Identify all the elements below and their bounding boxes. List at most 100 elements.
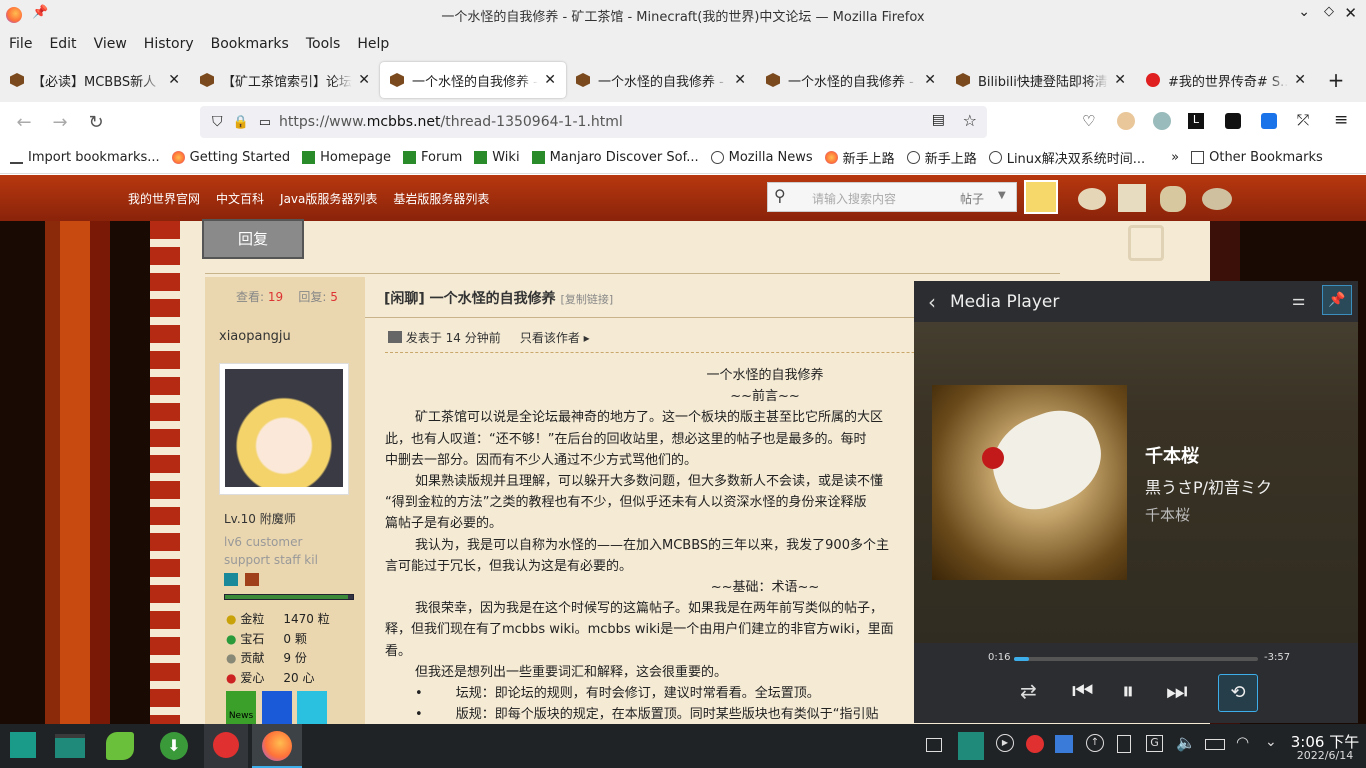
bookmark-homepage[interactable]: Homepage xyxy=(302,150,391,165)
pocket-icon[interactable]: ♡ xyxy=(1082,112,1095,130)
back-button[interactable]: ← xyxy=(6,112,42,133)
reply-button[interactable]: 回复 xyxy=(202,219,304,259)
file-manager-icon[interactable] xyxy=(55,734,85,758)
medal-icon[interactable] xyxy=(297,691,327,724)
app-menu-icon[interactable]: ≡ xyxy=(1334,110,1348,130)
tab-2-active[interactable]: 一个水怪的自我修养 - ✕ xyxy=(380,62,566,98)
wifi-icon[interactable]: ◠ xyxy=(1236,733,1249,751)
bookmark-star-icon[interactable]: ☆ xyxy=(963,111,977,130)
notification-icon[interactable] xyxy=(1078,188,1106,210)
new-tab-button[interactable]: + xyxy=(1316,68,1356,92)
tab-close-icon[interactable]: ✕ xyxy=(924,72,936,88)
app-launcher-icon[interactable] xyxy=(10,732,36,758)
back-chevron-icon[interactable]: ‹ xyxy=(928,290,936,314)
extensions-icon[interactable]: ⤱ xyxy=(1297,111,1309,129)
bookmark-wiki[interactable]: Wiki xyxy=(474,150,520,165)
menu-help[interactable]: Help xyxy=(357,36,389,52)
palette-icon[interactable] xyxy=(1202,188,1232,210)
menu-bookmarks[interactable]: Bookmarks xyxy=(211,36,289,52)
tab-close-icon[interactable]: ✕ xyxy=(1114,72,1126,88)
tab-close-icon[interactable]: ✕ xyxy=(734,72,746,88)
tray-expand-icon[interactable]: ⌄ xyxy=(1265,734,1277,750)
menu-history[interactable]: History xyxy=(144,36,194,52)
media-tray-icon[interactable]: ▶ xyxy=(996,734,1014,752)
crafting-table-icon[interactable] xyxy=(1118,184,1146,212)
extension-face-icon[interactable] xyxy=(1153,112,1171,130)
nav-bedrock-servers[interactable]: 基岩版服务器列表 xyxy=(393,190,489,207)
bookmark-import[interactable]: Import bookmarks... xyxy=(10,150,160,165)
menu-tools[interactable]: Tools xyxy=(306,36,341,52)
next-track-icon[interactable]: ⏭ xyxy=(1166,677,1188,705)
tab-close-icon[interactable]: ✕ xyxy=(358,72,370,88)
nav-java-servers[interactable]: Java版服务器列表 xyxy=(280,190,377,207)
input-method-icon[interactable] xyxy=(1055,735,1073,753)
medal-news[interactable]: News xyxy=(226,691,256,724)
bookmark-other[interactable]: Other Bookmarks xyxy=(1191,150,1323,165)
pin-icon[interactable]: 📌 xyxy=(32,5,48,20)
reader-view-icon[interactable]: ▤ xyxy=(932,112,945,128)
tab-close-icon[interactable]: ✕ xyxy=(1294,72,1306,88)
bookmark-linux-time[interactable]: Linux解决双系统时间... xyxy=(988,148,1145,167)
messages-icon[interactable] xyxy=(1160,186,1186,212)
kdeconnect-icon[interactable]: G xyxy=(1146,735,1163,752)
previous-track-icon[interactable]: ⏮ xyxy=(1072,677,1094,705)
medal-icon[interactable] xyxy=(262,691,292,724)
bookmark-newbie-1[interactable]: 新手上路 xyxy=(824,148,895,167)
tab-0[interactable]: 【必读】MCBBS新人 ✕ xyxy=(0,62,190,98)
taskbar-netease-music[interactable] xyxy=(204,724,248,768)
bookmark-getting-started[interactable]: Getting Started xyxy=(171,150,290,165)
seek-slider[interactable] xyxy=(1014,657,1258,661)
netease-tray-icon[interactable] xyxy=(1026,735,1044,753)
app-icon[interactable] xyxy=(106,732,134,760)
author-name[interactable]: xiaopangju xyxy=(219,329,291,344)
battery-icon[interactable] xyxy=(1205,739,1225,750)
tab-1[interactable]: 【矿工茶馆索引】论坛 ✕ xyxy=(190,62,380,98)
nav-wiki[interactable]: 中文百科 xyxy=(216,190,264,207)
search-icon[interactable]: ⚲ xyxy=(774,186,786,205)
shield-icon[interactable]: ⛉ xyxy=(212,114,223,130)
forward-button[interactable]: → xyxy=(42,112,78,133)
menu-edit[interactable]: Edit xyxy=(49,36,76,52)
clock-date[interactable]: 2022/6/14 xyxy=(1290,749,1360,762)
author-avatar[interactable] xyxy=(219,363,349,495)
bookmark-mozilla-news[interactable]: Mozilla News xyxy=(710,150,813,165)
lock-icon[interactable]: 🔒 xyxy=(233,115,249,130)
menu-file[interactable]: File xyxy=(9,36,32,52)
url-text[interactable]: https://www.mcbbs.net/thread-1350964-1-1… xyxy=(279,114,623,130)
only-author-link[interactable]: 只看该作者 xyxy=(520,331,580,345)
show-desktop-icon[interactable] xyxy=(926,738,942,752)
reload-button[interactable]: ↻ xyxy=(78,112,114,133)
tab-close-icon[interactable]: ✕ xyxy=(544,72,556,88)
tab-close-icon[interactable]: ✕ xyxy=(168,72,180,88)
permissions-icon[interactable]: ▭ xyxy=(259,115,271,130)
user-avatar[interactable] xyxy=(1024,180,1058,214)
pause-icon[interactable]: ⏸ xyxy=(1122,677,1134,705)
url-bar[interactable]: ⛉ 🔒 ▭ https://www.mcbbs.net/thread-13509… xyxy=(200,106,987,138)
extension-l-icon[interactable]: L xyxy=(1188,113,1204,129)
bookmarks-overflow-icon[interactable]: » xyxy=(1171,150,1179,165)
bookmark-forum[interactable]: Forum xyxy=(403,150,462,165)
extension-avatar-icon[interactable] xyxy=(1117,112,1135,130)
bookmark-manjaro-discover[interactable]: Manjaro Discover Sof... xyxy=(531,150,699,165)
clipboard-icon[interactable] xyxy=(1117,735,1131,753)
minimize-icon[interactable]: ⌄ xyxy=(1298,4,1310,20)
menu-view[interactable]: View xyxy=(94,36,127,52)
extension-ghost-icon[interactable] xyxy=(1225,113,1241,129)
search-scope-select[interactable]: 帖子 xyxy=(960,190,984,207)
virtual-desktop-pager[interactable] xyxy=(958,732,984,760)
nav-official-site[interactable]: 我的世界官网 xyxy=(128,190,200,207)
pin-icon[interactable]: 📌 xyxy=(1322,285,1352,315)
repeat-icon[interactable]: ⟲ xyxy=(1218,674,1258,712)
shuffle-icon[interactable]: ⇄ xyxy=(1020,679,1037,703)
taskbar-firefox[interactable] xyxy=(252,724,302,768)
maximize-icon[interactable]: ◇ xyxy=(1324,4,1334,19)
copy-link[interactable]: [复制链接] xyxy=(561,293,614,306)
download-icon[interactable]: ⬇ xyxy=(160,732,188,760)
bookmark-newbie-2[interactable]: 新手上路 xyxy=(906,148,977,167)
tab-6[interactable]: #我的世界传奇# S... ✕ xyxy=(1136,62,1316,98)
back-to-top-icon[interactable] xyxy=(1128,225,1164,261)
tab-3[interactable]: 一个水怪的自我修养 - ✕ xyxy=(566,62,756,98)
search-input[interactable]: 请输入搜索内容 xyxy=(812,190,896,207)
tab-4[interactable]: 一个水怪的自我修养 - ✕ xyxy=(756,62,946,98)
update-icon[interactable]: ↑ xyxy=(1086,734,1104,752)
